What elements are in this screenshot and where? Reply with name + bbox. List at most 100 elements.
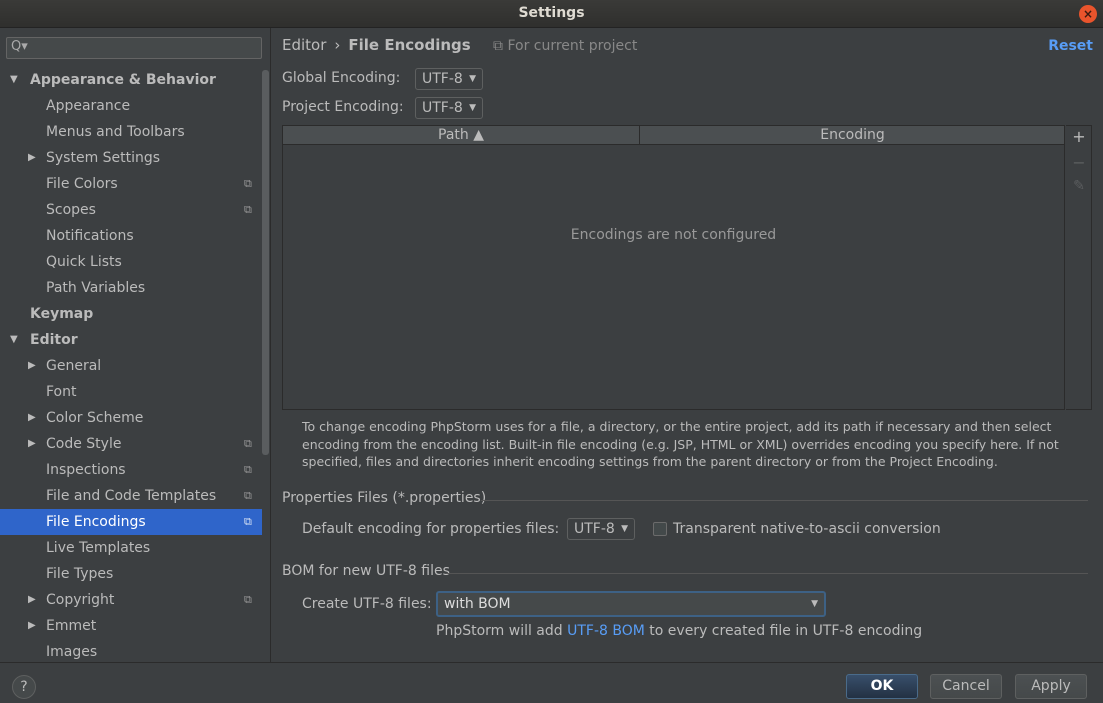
ok-button[interactable]: OK (846, 674, 918, 699)
column-header-encoding[interactable]: Encoding (641, 126, 1064, 145)
sidebar-item-label: Copyright (46, 592, 115, 608)
sidebar-item-label: Live Templates (46, 540, 151, 556)
create-utf8-label: Create UTF-8 files: (302, 596, 432, 612)
sidebar-item-label: Quick Lists (46, 254, 122, 270)
table-header: Path ▲ Encoding (283, 126, 1064, 145)
cancel-button[interactable]: Cancel (930, 674, 1002, 699)
sidebar-item-file-encodings[interactable]: File Encodings ⧉ (0, 509, 262, 535)
project-scope-icon: ⧉ (244, 437, 252, 450)
transparent-conversion-label[interactable]: Transparent native-to-ascii conversion (673, 521, 941, 537)
section-divider (446, 573, 1088, 574)
remove-icon[interactable]: − (1066, 153, 1092, 172)
create-utf8-value: with BOM (444, 596, 511, 612)
sidebar-item-label: File Types (46, 566, 114, 582)
sidebar-item-label: Appearance & Behavior (30, 72, 216, 88)
sidebar-item-general[interactable]: ▶ General (0, 353, 262, 379)
chevron-down-icon: ▼ (621, 524, 628, 534)
search-icon[interactable]: Q▾ (11, 39, 28, 54)
collapsed-arrow-icon[interactable]: ▶ (28, 353, 36, 379)
search-box[interactable]: Q▾ (6, 37, 262, 59)
sidebar-item-appearance[interactable]: Appearance (0, 93, 262, 119)
main-panel: Editor › File Encodings ⧉ For current proj… (272, 28, 1103, 662)
project-encoding-select[interactable]: UTF-8 ▼ (415, 97, 483, 119)
bom-note: PhpStorm will add UTF-8 BOM to every cre… (436, 623, 922, 639)
sidebar-item-label: Emmet (46, 618, 97, 634)
sidebar-item-live-templates[interactable]: Live Templates (0, 535, 262, 561)
sidebar-scrollbar[interactable] (262, 70, 269, 455)
title-bar: Settings × (0, 0, 1103, 28)
table-empty-text: Encodings are not configured (570, 227, 777, 243)
sidebar-item-font[interactable]: Font (0, 379, 262, 405)
collapsed-arrow-icon[interactable]: ▶ (28, 613, 36, 639)
close-icon[interactable]: × (1079, 5, 1097, 23)
sidebar-item-scopes[interactable]: Scopes ⧉ (0, 197, 262, 223)
sidebar-item-keymap[interactable]: Keymap (0, 301, 262, 327)
breadcrumb-current: File Encodings (348, 36, 471, 54)
sidebar-item-path-variables[interactable]: Path Variables (0, 275, 262, 301)
settings-tree: ▼ Appearance & Behavior Appearance Menus an… (0, 67, 262, 665)
sidebar-item-file-types[interactable]: File Types (0, 561, 262, 587)
sidebar-item-code-style[interactable]: ▶ Code Style ⧉ (0, 431, 262, 457)
help-text: To change encoding PhpStorm uses for a f… (302, 419, 1059, 469)
sidebar-item-label: File Encodings (46, 514, 146, 530)
chevron-down-icon: ▼ (469, 103, 476, 113)
settings-sidebar: Q▾ ▼ Appearance & Behavior Appearance Menus… (0, 28, 271, 662)
add-icon[interactable]: + (1066, 127, 1092, 146)
section-divider (481, 500, 1088, 501)
edit-icon[interactable]: ✎ (1066, 178, 1092, 194)
sidebar-item-editor[interactable]: ▼ Editor (0, 327, 262, 353)
project-scope-icon: ⧉ (244, 177, 252, 190)
sidebar-item-label: Code Style (46, 436, 122, 452)
expanded-arrow-icon[interactable]: ▼ (10, 67, 18, 93)
sidebar-item-label: Notifications (46, 228, 134, 244)
help-button[interactable]: ? (12, 675, 36, 699)
sidebar-item-notifications[interactable]: Notifications (0, 223, 262, 249)
sidebar-item-label: Keymap (30, 306, 94, 322)
collapsed-arrow-icon[interactable]: ▶ (28, 587, 36, 613)
sidebar-item-label: Scopes (46, 202, 96, 218)
utf8-bom-link[interactable]: UTF-8 BOM (567, 623, 645, 639)
global-encoding-select[interactable]: UTF-8 ▼ (415, 68, 483, 90)
sidebar-item-file-colors[interactable]: File Colors ⧉ (0, 171, 262, 197)
project-scope-icon: ⧉ (244, 593, 252, 606)
apply-button[interactable]: Apply (1015, 674, 1087, 699)
sidebar-item-quick-lists[interactable]: Quick Lists (0, 249, 262, 275)
sidebar-item-inspections[interactable]: Inspections ⧉ (0, 457, 262, 483)
project-scope-icon: ⧉ (244, 489, 252, 502)
expanded-arrow-icon[interactable]: ▼ (10, 327, 18, 353)
breadcrumb-parent[interactable]: Editor (282, 36, 326, 54)
window-title: Settings (518, 5, 585, 21)
chevron-down-icon: ▼ (811, 599, 818, 609)
sidebar-item-label: System Settings (46, 150, 161, 166)
sidebar-item-label: Color Scheme (46, 410, 144, 426)
collapsed-arrow-icon[interactable]: ▶ (28, 145, 36, 171)
collapsed-arrow-icon[interactable]: ▶ (28, 405, 36, 431)
search-input[interactable] (33, 40, 257, 56)
reset-link[interactable]: Reset (1048, 38, 1093, 54)
encodings-table: Path ▲ Encoding Encodings are not config… (282, 125, 1065, 410)
sidebar-item-label: Appearance (46, 98, 131, 114)
sidebar-item-color-scheme[interactable]: ▶ Color Scheme (0, 405, 262, 431)
global-encoding-label: Global Encoding: (282, 70, 401, 86)
sidebar-item-label: File Colors (46, 176, 118, 192)
properties-section-title: Properties Files (*.properties) (282, 490, 487, 506)
column-header-path[interactable]: Path ▲ (283, 126, 640, 145)
sidebar-item-emmet[interactable]: ▶ Emmet (0, 613, 262, 639)
sidebar-item-label: File and Code Templates (46, 488, 217, 504)
sidebar-item-label: Editor (30, 332, 78, 348)
properties-encoding-value: UTF-8 (574, 521, 615, 537)
sidebar-item-copyright[interactable]: ▶ Copyright ⧉ (0, 587, 262, 613)
collapsed-arrow-icon[interactable]: ▶ (28, 431, 36, 457)
sidebar-item-system-settings[interactable]: ▶ System Settings (0, 145, 262, 171)
transparent-conversion-checkbox[interactable] (653, 522, 667, 536)
bom-note-suffix: to every created file in UTF-8 encoding (644, 623, 923, 639)
sidebar-item-appearance-behavior[interactable]: ▼ Appearance & Behavior (0, 67, 262, 93)
sidebar-item-label: Inspections (46, 462, 126, 478)
create-utf8-select[interactable]: with BOM ▼ (436, 591, 826, 617)
sidebar-item-file-and-code-templates[interactable]: File and Code Templates ⧉ (0, 483, 262, 509)
project-scope-icon: ⧉ (244, 463, 252, 476)
scope-note: ⧉ For current project (493, 38, 638, 54)
project-encoding-label: Project Encoding: (282, 99, 404, 115)
properties-encoding-select[interactable]: UTF-8 ▼ (567, 518, 635, 540)
sidebar-item-menus-and-toolbars[interactable]: Menus and Toolbars (0, 119, 262, 145)
